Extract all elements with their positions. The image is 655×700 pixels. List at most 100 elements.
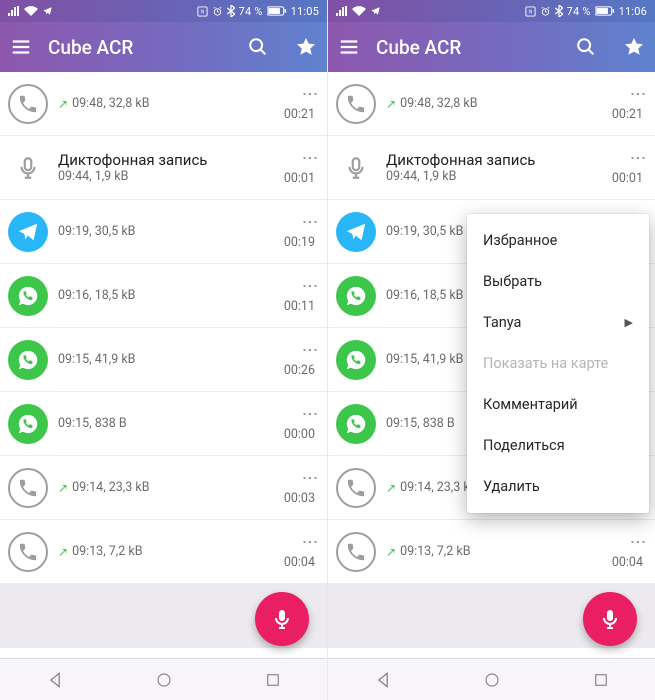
more-icon[interactable]: ⋮ (305, 342, 315, 357)
item-duration: 00:00 (284, 427, 315, 442)
more-icon[interactable]: ⋮ (305, 534, 315, 549)
list-item[interactable]: 09:15, 838 B ⋮ 00:00 (0, 392, 327, 456)
screen-right: N 74 % 11:06 Cube ACR ↗09:48, 32,8 kB⋮00… (328, 0, 655, 700)
telegram-status-icon (370, 6, 381, 16)
list-item[interactable]: ↗09:14, 23,3 kB⋮00:03 (0, 456, 327, 520)
item-meta: 09:19, 30,5 kB (58, 224, 284, 239)
more-icon[interactable]: ⋮ (633, 534, 643, 549)
more-icon[interactable]: ⋮ (305, 470, 315, 485)
list-item[interactable]: ↗09:13, 7,2 kB⋮00:04 (0, 520, 327, 584)
phone-icon (8, 532, 48, 572)
item-duration: 00:26 (284, 363, 315, 378)
item-duration: 00:21 (284, 107, 315, 122)
nav-home-icon[interactable] (155, 671, 173, 689)
status-bar: N 74 % 11:06 (328, 0, 655, 22)
phone-icon (336, 84, 376, 124)
context-menu-item[interactable]: Выбрать (467, 261, 649, 302)
telegram-icon (8, 212, 48, 252)
whatsapp-icon (336, 340, 376, 380)
screen-left: N 74 % 11:05 Cube ACR ↗09:48, 32,8 kB ⋮ (0, 0, 327, 700)
phone-icon (8, 468, 48, 508)
item-meta: 09:44, 1,9 kB (386, 169, 612, 184)
nav-back-icon[interactable] (373, 670, 393, 690)
phone-icon (336, 532, 376, 572)
list-item[interactable]: 09:19, 30,5 kB ⋮ 00:19 (0, 200, 327, 264)
outgoing-arrow-icon: ↗ (386, 545, 396, 559)
record-fab[interactable] (583, 592, 637, 646)
signal-icon (336, 6, 348, 16)
item-title: Диктофонная запись (58, 151, 284, 169)
list-item[interactable]: ↗09:48, 32,8 kB ⋮ 00:21 (0, 72, 327, 136)
list-item[interactable]: ↗09:48, 32,8 kB⋮00:21 (328, 72, 655, 136)
context-menu-item[interactable]: Избранное (467, 220, 649, 261)
nav-recent-icon[interactable] (264, 671, 282, 689)
nfc-icon: N (197, 6, 208, 17)
signal-icon (8, 6, 20, 16)
context-menu-item[interactable]: Комментарий (467, 384, 649, 425)
whatsapp-icon (336, 276, 376, 316)
telegram-status-icon (42, 6, 53, 16)
app-title: Cube ACR (376, 36, 559, 59)
star-icon[interactable] (295, 36, 317, 58)
item-duration: 00:19 (284, 235, 315, 250)
wifi-icon (24, 6, 38, 16)
whatsapp-icon (8, 340, 48, 380)
recording-list-left[interactable]: ↗09:48, 32,8 kB⋮00:21Диктофонная запись0… (0, 72, 327, 658)
more-icon[interactable]: ⋮ (305, 278, 315, 293)
alarm-icon (212, 6, 223, 17)
outgoing-arrow-icon: ↗ (386, 97, 396, 111)
battery-icon (267, 6, 287, 16)
item-meta: 09:44, 1,9 kB (58, 169, 284, 184)
more-icon[interactable]: ⋮ (633, 150, 643, 165)
app-bar: Cube ACR (328, 22, 655, 72)
clock-text: 11:06 (619, 5, 647, 18)
item-duration: 00:21 (612, 107, 643, 122)
more-icon[interactable]: ⋮ (633, 86, 643, 101)
app-title: Cube ACR (48, 36, 231, 59)
more-icon[interactable]: ⋮ (305, 406, 315, 421)
bluetooth-icon (555, 5, 563, 17)
list-item[interactable]: Диктофонная запись09:44, 1,9 kB ⋮ 00:01 (0, 136, 327, 200)
system-nav-bar (0, 658, 327, 700)
battery-percent: 74 % (239, 5, 263, 18)
system-nav-bar (328, 658, 655, 700)
context-menu-item[interactable]: Поделиться (467, 425, 649, 466)
nav-home-icon[interactable] (483, 671, 501, 689)
item-duration: 00:01 (284, 171, 315, 186)
item-duration: 00:04 (612, 555, 643, 570)
phone-icon (336, 468, 376, 508)
more-icon[interactable]: ⋮ (305, 86, 315, 101)
clock-text: 11:05 (291, 5, 319, 18)
item-meta: ↗09:13, 7,2 kB (58, 544, 284, 559)
phone-icon (8, 84, 48, 124)
list-item[interactable]: Диктофонная запись09:44, 1,9 kB⋮00:01 (328, 136, 655, 200)
context-menu-item[interactable]: Удалить (467, 466, 649, 507)
star-icon[interactable] (623, 36, 645, 58)
alarm-icon (540, 6, 551, 17)
battery-percent: 74 % (567, 5, 591, 18)
outgoing-arrow-icon: ↗ (58, 97, 68, 111)
item-meta: 09:16, 18,5 kB (58, 288, 284, 303)
search-icon[interactable] (247, 36, 269, 58)
status-bar: N 74 % 11:05 (0, 0, 327, 22)
search-icon[interactable] (575, 36, 597, 58)
list-item[interactable]: ↗09:13, 7,2 kB⋮00:04 (328, 520, 655, 584)
more-icon[interactable]: ⋮ (305, 150, 315, 165)
list-item[interactable]: 09:16, 18,5 kB⋮00:11 (0, 264, 327, 328)
item-meta: 09:15, 838 B (58, 416, 284, 431)
list-item[interactable]: 09:15, 41,9 kB⋮00:26 (0, 328, 327, 392)
more-icon[interactable]: ⋮ (305, 214, 315, 229)
telegram-icon (336, 212, 376, 252)
context-menu-item[interactable]: Tanya▶ (467, 302, 649, 343)
outgoing-arrow-icon: ↗ (386, 481, 396, 495)
nav-recent-icon[interactable] (592, 671, 610, 689)
menu-icon[interactable] (338, 36, 360, 58)
app-bar: Cube ACR (0, 22, 327, 72)
outgoing-arrow-icon: ↗ (58, 481, 68, 495)
menu-icon[interactable] (10, 36, 32, 58)
nav-back-icon[interactable] (45, 670, 65, 690)
bluetooth-icon (227, 5, 235, 17)
record-fab[interactable] (255, 592, 309, 646)
svg-text:N: N (200, 9, 204, 15)
item-meta: ↗09:48, 32,8 kB (58, 96, 284, 111)
